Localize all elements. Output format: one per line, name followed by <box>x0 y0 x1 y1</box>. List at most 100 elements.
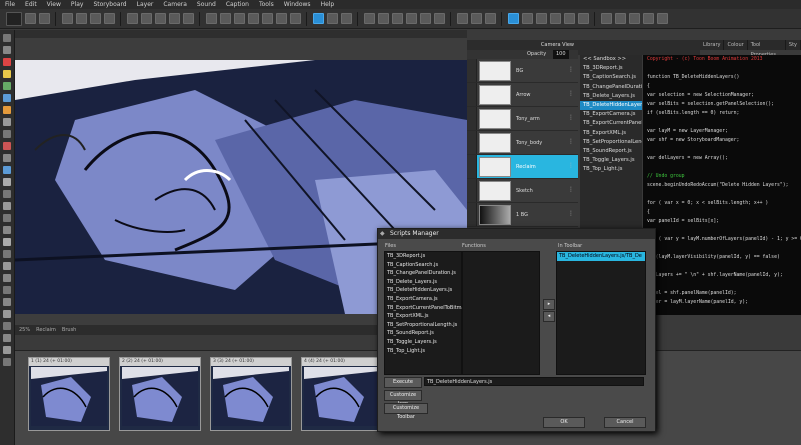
menu-windows[interactable]: Windows <box>279 1 316 8</box>
menu-camera[interactable]: Camera <box>158 1 192 8</box>
script-list-item[interactable]: TB_SetProportionalLength.js <box>580 138 642 147</box>
tool-icon[interactable] <box>3 346 11 354</box>
dialog-file-item[interactable]: TB_ExportCurrentPanelToBitmap <box>385 304 468 313</box>
tool-icon[interactable] <box>3 322 11 330</box>
tool-icon[interactable] <box>3 358 11 366</box>
stage-zoom[interactable]: 25% <box>19 327 30 333</box>
tool-icon[interactable] <box>3 58 11 66</box>
tool-icon[interactable] <box>3 298 11 306</box>
toolbar-tool-icon[interactable] <box>340 13 352 24</box>
script-list-item[interactable]: TB_ExportXML.js <box>580 129 642 138</box>
dialog-file-item[interactable]: TB_SoundReport.js <box>385 329 461 338</box>
layer-visibility-toggle[interactable] <box>467 179 477 202</box>
tool-icon[interactable] <box>3 262 11 270</box>
layer-row[interactable]: Tony_arm ⋮ <box>467 107 578 131</box>
menu-play[interactable]: Play <box>66 1 89 8</box>
tool-icon[interactable] <box>3 82 11 90</box>
toolbar-tool-icon[interactable] <box>24 13 36 24</box>
menu-file[interactable]: File <box>0 1 20 8</box>
tool-icon[interactable] <box>3 286 11 294</box>
functions-list[interactable] <box>462 251 540 375</box>
layer-row[interactable]: Sketch ⋮ <box>467 179 578 203</box>
layer-row[interactable]: Tony_body ⋮ <box>467 131 578 155</box>
toolbar-tool-icon[interactable] <box>433 13 445 24</box>
layer-row[interactable]: Arrow ⋮ <box>467 83 578 107</box>
toolbar-tool-icon[interactable] <box>75 13 87 24</box>
script-editor[interactable]: Copyright - (c) Toon Boom Animation 2013… <box>643 55 801 315</box>
toolbar-tool-icon[interactable] <box>535 13 547 24</box>
camera-view-title[interactable]: Camera View <box>541 40 574 50</box>
dialog-file-item[interactable]: TB_Delete_Layers.js <box>385 278 461 287</box>
layer-visibility-toggle[interactable] <box>467 107 477 130</box>
script-list-item[interactable]: TB_Delete_Layers.js <box>580 92 642 101</box>
tool-icon[interactable] <box>3 178 11 186</box>
toolbar-tool-icon[interactable] <box>275 13 287 24</box>
customize-icon-button[interactable]: Customize Icon <box>384 390 422 407</box>
tool-icon[interactable] <box>3 70 11 78</box>
tool-icon[interactable] <box>3 166 11 174</box>
toolbar-tool-icon[interactable] <box>182 13 194 24</box>
tool-icon[interactable] <box>3 226 11 234</box>
tool-icon[interactable] <box>3 190 11 198</box>
tool-icon[interactable] <box>3 142 11 150</box>
toolbar-tool-icon[interactable] <box>521 13 533 24</box>
toolbar-tool-icon[interactable] <box>289 13 301 24</box>
cancel-button[interactable]: Cancel <box>604 417 646 428</box>
tab-sty[interactable]: Sty <box>786 40 801 50</box>
script-list-item[interactable]: TB_DeleteHiddenLayers.js <box>580 100 642 111</box>
storyboard-panel[interactable]: 1 (1) 24 (+ 01:00) <box>28 357 110 431</box>
toolbar-tool-icon[interactable] <box>577 13 589 24</box>
toolbar-tool-icon[interactable] <box>89 13 101 24</box>
dialog-file-item[interactable]: TB_3DReport.js <box>385 252 461 261</box>
customize-toolbar-button[interactable]: Customize Toolbar <box>384 403 428 420</box>
layer-menu-icon[interactable]: ⋮ <box>568 210 574 217</box>
toolbar-tool-icon[interactable] <box>205 13 217 24</box>
layer-row[interactable]: Reclaim ⋮ <box>467 155 578 179</box>
script-list-item[interactable]: << Sandbox >> <box>580 55 642 64</box>
remove-from-toolbar-button[interactable]: ◂ <box>543 311 555 322</box>
script-list-item[interactable]: TB_ExportCamera.js <box>580 110 642 119</box>
dialog-file-item[interactable]: TB_ChangePanelDuration.js <box>385 269 461 278</box>
script-list-item[interactable]: TB_Toggle_Layers.js <box>580 156 642 165</box>
dialog-file-item[interactable]: TB_DeleteHiddenLayers.js <box>385 286 461 295</box>
layer-visibility-toggle[interactable] <box>467 155 477 178</box>
toolbar-tool-icon[interactable] <box>38 13 50 24</box>
toolbar-tool-icon[interactable] <box>312 13 324 24</box>
tool-icon[interactable] <box>3 46 11 54</box>
script-list-item[interactable]: TB_3DReport.js <box>580 64 642 73</box>
layer-visibility-toggle[interactable] <box>467 203 477 226</box>
tool-icon[interactable] <box>3 250 11 258</box>
execute-field[interactable]: TB_DeleteHiddenLayers.js <box>424 377 644 386</box>
toolbar-tool-icon[interactable] <box>61 13 73 24</box>
dialog-file-item[interactable]: TB_Top_Light.js <box>385 347 461 356</box>
layer-menu-icon[interactable]: ⋮ <box>568 162 574 169</box>
layer-visibility-toggle[interactable] <box>467 83 477 106</box>
toolbar-tool-icon[interactable] <box>656 13 668 24</box>
toolbar-tool-icon[interactable] <box>219 13 231 24</box>
toolbar-tool-icon[interactable] <box>507 13 519 24</box>
layer-row[interactable]: BG ⋮ <box>467 59 578 83</box>
layer-visibility-toggle[interactable] <box>467 131 477 154</box>
toolbar-tool-icon[interactable] <box>154 13 166 24</box>
menu-layer[interactable]: Layer <box>132 1 159 8</box>
toolbar-tool-icon[interactable] <box>326 13 338 24</box>
menu-sound[interactable]: Sound <box>192 1 221 8</box>
toolbar-tool-icon[interactable] <box>391 13 403 24</box>
menu-caption[interactable]: Caption <box>221 1 254 8</box>
script-list-item[interactable]: TB_ChangePanelDuration.js <box>580 83 642 92</box>
tab-colour[interactable]: Colour <box>724 40 748 50</box>
tool-icon[interactable] <box>3 118 11 126</box>
tool-icon[interactable] <box>3 106 11 114</box>
toolbar-tool-icon[interactable] <box>419 13 431 24</box>
toolbar-tool-icon[interactable] <box>563 13 575 24</box>
storyboard-panel[interactable]: 3 (3) 24 (+ 01:00) <box>210 357 292 431</box>
files-list[interactable]: TB_3DReport.js TB_CaptionSearch.js TB_Chan… <box>384 251 468 375</box>
script-list-item[interactable]: TB_SoundReport.js <box>580 147 642 156</box>
ok-button[interactable]: OK <box>543 417 585 428</box>
script-list-item[interactable]: TB_Top_Light.js <box>580 165 642 174</box>
toolbar-tool-icon[interactable] <box>126 13 138 24</box>
menu-storyboard[interactable]: Storyboard <box>88 1 131 8</box>
toolbar-tool-icon[interactable] <box>377 13 389 24</box>
tool-icon[interactable] <box>3 130 11 138</box>
layer-menu-icon[interactable]: ⋮ <box>568 186 574 193</box>
